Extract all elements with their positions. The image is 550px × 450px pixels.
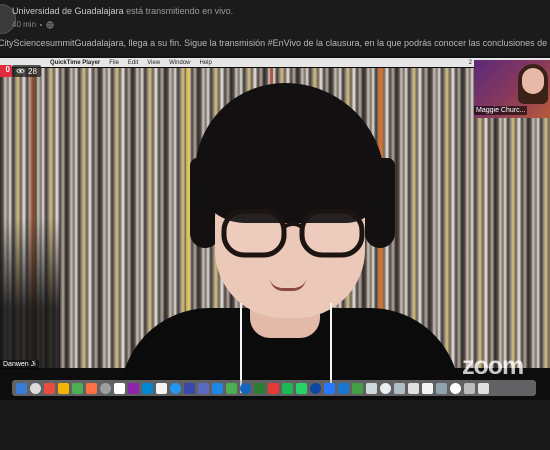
- dock-app-icon[interactable]: [366, 382, 377, 394]
- dock-app-icon[interactable]: [156, 382, 167, 394]
- dock-app-icon[interactable]: [268, 382, 279, 394]
- participant-thumbnail[interactable]: Maggie Churc...: [474, 60, 550, 118]
- dock-app-icon[interactable]: [16, 382, 27, 394]
- dock-app-icon[interactable]: [324, 382, 335, 394]
- live-badge: 0: [0, 65, 12, 77]
- post-time[interactable]: 40 min: [12, 20, 36, 29]
- menu-help[interactable]: Help: [200, 60, 212, 66]
- dock-app-icon[interactable]: [100, 382, 111, 394]
- dock-app-icon[interactable]: [394, 382, 405, 394]
- dock-app-icon[interactable]: [380, 382, 391, 394]
- dock-app-icon[interactable]: [338, 382, 349, 394]
- dock-app-icon[interactable]: [436, 382, 447, 394]
- dock-app-icon[interactable]: [198, 382, 209, 394]
- speaker-name-label: Danwen Ji: [0, 360, 39, 369]
- post-meta: 40 min: [12, 20, 54, 29]
- dock-app-icon[interactable]: [422, 382, 433, 394]
- viewer-count: 28: [28, 66, 37, 76]
- live-status-text: está transmitiendo en vivo.: [123, 6, 234, 16]
- menubar-count: 2: [468, 59, 472, 66]
- glitch-shadow: [0, 218, 60, 368]
- dock-app-icon[interactable]: [478, 382, 489, 394]
- dock-app-icon[interactable]: [86, 382, 97, 394]
- dock-app-icon[interactable]: [450, 382, 461, 394]
- dock-app-icon[interactable]: [282, 382, 293, 394]
- menu-view[interactable]: View: [147, 60, 160, 66]
- eye-icon: [16, 68, 25, 74]
- dock-app-icon[interactable]: [310, 382, 321, 394]
- zoom-watermark: zoom: [462, 352, 524, 380]
- dock-app-icon[interactable]: [170, 382, 181, 394]
- dock-app-icon[interactable]: [408, 382, 419, 394]
- separator-dot: [40, 23, 43, 26]
- dock-app-icon[interactable]: [72, 382, 83, 394]
- menubar-status-area: 2: [469, 58, 472, 67]
- post-caption: CitySciencesummitGuadalajara, llega a su…: [0, 38, 550, 48]
- viewer-count-badge: 28: [12, 65, 41, 77]
- menubar-app-name[interactable]: QuickTime Player: [50, 60, 100, 66]
- mac-dock: [12, 380, 536, 396]
- page-footer-area: [0, 400, 550, 450]
- menu-window[interactable]: Window: [169, 60, 190, 66]
- post-author-line: Universidad de Guadalajara está transmit…: [12, 6, 233, 16]
- dock-app-icon[interactable]: [296, 382, 307, 394]
- dock-app-icon[interactable]: [352, 382, 363, 394]
- dock-app-icon[interactable]: [254, 382, 265, 394]
- dock-app-icon[interactable]: [142, 382, 153, 394]
- dock-app-icon[interactable]: [240, 382, 251, 394]
- participant-face: [522, 68, 544, 94]
- dock-app-icon[interactable]: [464, 382, 475, 394]
- dock-app-icon[interactable]: [114, 382, 125, 394]
- participant-name-label: Maggie Churc...: [474, 106, 528, 115]
- speaker-video: [120, 68, 460, 398]
- page-name-link[interactable]: Universidad de Guadalajara: [12, 6, 124, 16]
- dock-app-icon[interactable]: [212, 382, 223, 394]
- dock-app-icon[interactable]: [226, 382, 237, 394]
- quicktime-menubar: QuickTime Player File Edit View Window H…: [0, 58, 550, 67]
- dock-app-icon[interactable]: [44, 382, 55, 394]
- menu-file[interactable]: File: [109, 60, 119, 66]
- dock-app-icon[interactable]: [30, 382, 41, 394]
- speaker-hair: [195, 83, 385, 223]
- menu-edit[interactable]: Edit: [128, 60, 138, 66]
- dock-app-icon[interactable]: [128, 382, 139, 394]
- dock-app-icon[interactable]: [58, 382, 69, 394]
- glasses: [221, 208, 365, 258]
- post-header: Universidad de Guadalajara está transmit…: [0, 0, 550, 56]
- globe-icon: [46, 20, 54, 29]
- dock-app-icon[interactable]: [184, 382, 195, 394]
